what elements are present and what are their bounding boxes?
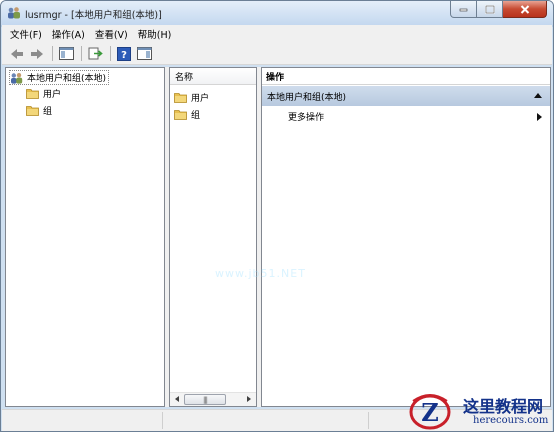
- forward-arrow-icon: [31, 48, 43, 59]
- action-section-local-users-groups[interactable]: 本地用户和组(本地): [262, 86, 550, 106]
- back-button[interactable]: [8, 45, 26, 62]
- toolbar-separator: [81, 46, 82, 61]
- status-divider: [368, 412, 369, 429]
- export-list-button[interactable]: [86, 45, 104, 62]
- show-hide-action-pane-icon: [136, 47, 152, 60]
- tree-item-local-users-groups[interactable]: 本地用户和组(本地): [9, 70, 110, 85]
- help-icon: ?: [117, 46, 131, 61]
- results-list-pane[interactable]: 名称 用户 组 |||: [169, 67, 257, 407]
- close-button[interactable]: [503, 1, 547, 18]
- menu-file[interactable]: 文件(F): [10, 27, 42, 41]
- toolbar-separator: [110, 46, 111, 61]
- action-pane-title-label: 操作: [266, 72, 285, 83]
- horizontal-scrollbar[interactable]: |||: [170, 392, 256, 406]
- forward-button[interactable]: [28, 45, 46, 62]
- title-bar[interactable]: lusrmgr - [本地用户和组(本地)]: [1, 1, 553, 25]
- watermark-en-text: herecours.com: [473, 415, 549, 426]
- submenu-arrow-icon[interactable]: [537, 113, 542, 121]
- mmc-window: lusrmgr - [本地用户和组(本地)] 文件(F) 操作(A) 查看(V)…: [0, 0, 554, 432]
- console-tree-pane[interactable]: 本地用户和组(本地) 用户 组: [5, 67, 165, 407]
- watermark-logo-icon: Z: [409, 394, 451, 430]
- action-item-label: 更多操作: [288, 112, 325, 123]
- back-arrow-icon: [11, 48, 23, 59]
- folder-icon: [26, 106, 39, 116]
- menu-view[interactable]: 查看(V): [95, 27, 128, 41]
- menu-bar: 文件(F) 操作(A) 查看(V) 帮助(H): [2, 25, 552, 43]
- column-header-label: 名称: [175, 72, 194, 83]
- scroll-left-icon[interactable]: [175, 396, 179, 402]
- list-item[interactable]: 用户: [174, 90, 209, 105]
- export-list-icon: [88, 47, 103, 60]
- svg-text:?: ?: [121, 50, 127, 61]
- tree-item-label: 本地用户和组(本地): [27, 74, 107, 84]
- show-hide-action-pane-button[interactable]: [135, 45, 153, 62]
- scroll-thumb[interactable]: |||: [184, 394, 226, 405]
- minimize-icon: [459, 8, 468, 12]
- close-icon: [520, 4, 529, 14]
- show-hide-console-tree-button[interactable]: [57, 45, 75, 62]
- console-content: 本地用户和组(本地) 用户 组 名称 用户 组 ||| 操作 本地用户和组(本地…: [5, 67, 551, 407]
- svg-text:Z: Z: [421, 398, 439, 427]
- scroll-right-icon[interactable]: [247, 396, 251, 402]
- users-group-icon: [8, 7, 20, 19]
- tree-item-groups[interactable]: 组: [26, 103, 52, 118]
- watermark-cn-text: 这里教程网: [463, 397, 544, 416]
- column-header-name[interactable]: 名称: [170, 68, 256, 85]
- menu-action[interactable]: 操作(A): [52, 27, 85, 41]
- help-button[interactable]: ?: [115, 45, 133, 62]
- maximize-button[interactable]: [477, 1, 503, 18]
- list-item-label: 组: [191, 111, 201, 121]
- toolbar: ?: [2, 43, 552, 65]
- window-title: lusrmgr - [本地用户和组(本地)]: [25, 10, 162, 21]
- action-pane-title: 操作: [262, 68, 550, 85]
- site-watermark: Z 这里教程网 herecours.com: [405, 389, 553, 431]
- tree-item-label: 用户: [43, 90, 62, 100]
- action-more-actions[interactable]: 更多操作: [288, 108, 324, 124]
- faint-watermark-text: www.jb51.NET: [215, 267, 306, 280]
- tree-item-users[interactable]: 用户: [26, 86, 61, 101]
- maximize-icon: [484, 4, 495, 14]
- list-item-label: 用户: [191, 94, 210, 104]
- show-hide-console-tree-icon: [58, 47, 74, 60]
- menu-help[interactable]: 帮助(H): [138, 27, 172, 41]
- tree-item-label: 组: [43, 107, 53, 117]
- list-item[interactable]: 组: [174, 107, 200, 122]
- action-section-label: 本地用户和组(本地): [267, 92, 347, 103]
- toolbar-separator: [52, 46, 53, 61]
- status-divider: [162, 412, 163, 429]
- folder-icon: [26, 89, 39, 99]
- users-group-icon: [11, 72, 23, 84]
- window-controls: [450, 1, 547, 19]
- folder-icon: [174, 110, 187, 120]
- minimize-button[interactable]: [450, 1, 477, 18]
- collapse-up-icon[interactable]: [534, 93, 542, 98]
- folder-icon: [174, 93, 187, 103]
- action-pane: 操作 本地用户和组(本地) 更多操作: [261, 67, 551, 407]
